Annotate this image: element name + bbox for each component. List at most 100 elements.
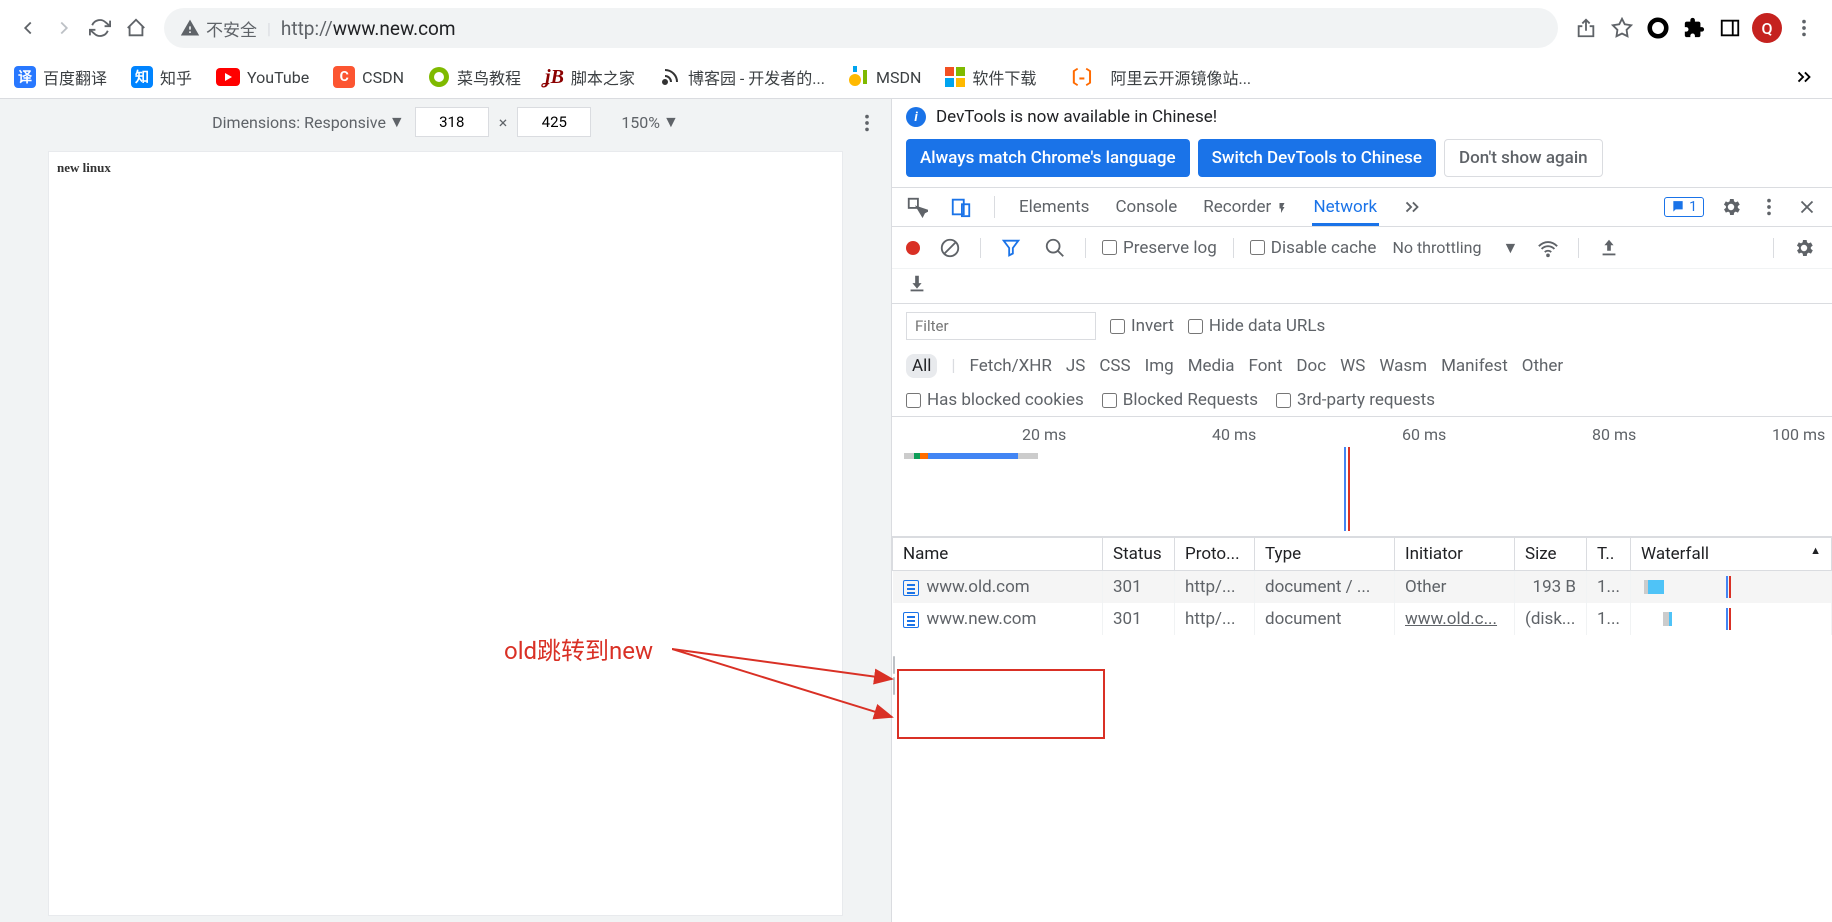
filter-icon[interactable] xyxy=(997,234,1025,262)
extension-circle-icon[interactable] xyxy=(1644,14,1672,42)
device-toggle-icon[interactable] xyxy=(950,196,972,218)
bookmark-star-icon[interactable] xyxy=(1608,14,1636,42)
download-row xyxy=(892,269,1832,304)
bookmark-zhihu[interactable]: 知知乎 xyxy=(131,65,192,89)
request-row[interactable]: www.old.com 301http/...document / ... Ot… xyxy=(893,571,1832,604)
type-font[interactable]: Font xyxy=(1249,356,1283,376)
type-doc[interactable]: Doc xyxy=(1296,356,1326,376)
menu-icon[interactable] xyxy=(1790,14,1818,42)
type-media[interactable]: Media xyxy=(1188,356,1235,376)
bookmark-jb51[interactable]: ʝB脚本之家 xyxy=(545,65,635,89)
search-icon[interactable] xyxy=(1041,234,1069,262)
invert-check[interactable]: Invert xyxy=(1110,316,1174,336)
profile-avatar[interactable]: Q xyxy=(1752,13,1782,43)
home-button[interactable] xyxy=(122,14,150,42)
bookmark-cnblogs[interactable]: 博客园 - 开发者的... xyxy=(659,65,825,89)
tabs-overflow[interactable] xyxy=(1401,196,1423,218)
forward-button[interactable] xyxy=(50,14,78,42)
record-button[interactable] xyxy=(906,241,920,255)
timeline[interactable]: 20 ms 40 ms 60 ms 80 ms 100 ms xyxy=(892,417,1832,537)
switch-chinese-button[interactable]: Switch DevTools to Chinese xyxy=(1198,139,1436,177)
preserve-log-check[interactable]: Preserve log xyxy=(1102,238,1217,258)
clear-button[interactable] xyxy=(936,234,964,262)
devtools-menu[interactable] xyxy=(1758,196,1780,218)
type-other[interactable]: Other xyxy=(1522,356,1563,376)
viewport-menu[interactable] xyxy=(853,109,881,137)
table-header-row[interactable]: Name Status Proto... Type Initiator Size… xyxy=(893,538,1832,571)
filter-row: Invert Hide data URLs xyxy=(892,304,1832,348)
tab-network[interactable]: Network xyxy=(1312,189,1380,226)
import-icon[interactable] xyxy=(1595,234,1623,262)
network-controls: Preserve log Disable cache No throttling… xyxy=(892,227,1832,269)
devtools-tabs: Elements Console Recorder Network 1 xyxy=(892,187,1832,227)
zoom-selector[interactable]: 150%▼ xyxy=(621,112,679,132)
bookmark-youtube[interactable]: YouTube xyxy=(216,68,309,87)
export-icon[interactable] xyxy=(906,273,928,295)
bookmark-msdn[interactable]: MSDN xyxy=(849,66,921,88)
third-party-check[interactable]: 3rd-party requests xyxy=(1276,390,1435,410)
type-filters: All | Fetch/XHR JS CSS Img Media Font Do… xyxy=(892,348,1832,384)
height-input[interactable] xyxy=(517,107,591,137)
bookmarks-bar: 译百度翻译 知知乎 YouTube CCSDN 菜鸟教程 ʝB脚本之家 博客园 … xyxy=(0,56,1832,98)
request-row[interactable]: www.new.com 301http/...document www.old.… xyxy=(893,603,1832,635)
network-settings-icon[interactable] xyxy=(1790,234,1818,262)
tl-marker-load xyxy=(1348,447,1350,531)
col-status: Status xyxy=(1103,538,1175,571)
security-warning: 不安全 xyxy=(180,16,257,41)
type-js[interactable]: JS xyxy=(1066,356,1085,376)
tick-60: 60 ms xyxy=(1402,425,1446,444)
settings-icon[interactable] xyxy=(1720,196,1742,218)
blocked-requests-check[interactable]: Blocked Requests xyxy=(1102,390,1258,410)
type-all[interactable]: All xyxy=(906,354,937,378)
network-conditions-icon[interactable] xyxy=(1534,234,1562,262)
col-proto: Proto... xyxy=(1175,538,1255,571)
type-wasm[interactable]: Wasm xyxy=(1379,356,1427,376)
filter-input[interactable] xyxy=(906,312,1096,340)
width-input[interactable] xyxy=(415,107,489,137)
type-manifest[interactable]: Manifest xyxy=(1441,356,1508,376)
bookmark-csdn[interactable]: CCSDN xyxy=(333,66,404,88)
share-icon[interactable] xyxy=(1572,14,1600,42)
bookmark-download[interactable]: 软件下载 xyxy=(945,65,1036,89)
page-content[interactable]: new linux xyxy=(48,151,843,916)
tab-console[interactable]: Console xyxy=(1113,189,1179,225)
type-fetch[interactable]: Fetch/XHR xyxy=(970,356,1052,376)
match-language-button[interactable]: Always match Chrome's language xyxy=(906,139,1190,177)
dont-show-button[interactable]: Don't show again xyxy=(1444,139,1603,177)
responsive-selector[interactable]: Dimensions: Responsive▼ xyxy=(212,112,405,132)
tab-recorder[interactable]: Recorder xyxy=(1201,189,1289,225)
language-buttons: Always match Chrome's language Switch De… xyxy=(892,135,1832,187)
address-bar[interactable]: 不安全 | http://www.new.com xyxy=(164,8,1558,48)
requests-table: Name Status Proto... Type Initiator Size… xyxy=(892,537,1832,922)
inspect-icon[interactable] xyxy=(906,196,928,218)
url-text: http://www.new.com xyxy=(281,17,456,40)
disable-cache-check[interactable]: Disable cache xyxy=(1250,238,1377,258)
extensions-icon[interactable] xyxy=(1680,14,1708,42)
blocked-cookies-check[interactable]: Has blocked cookies xyxy=(906,390,1084,410)
bookmark-baidu[interactable]: 译百度翻译 xyxy=(14,65,107,89)
document-icon xyxy=(903,612,919,628)
type-ws[interactable]: WS xyxy=(1340,356,1365,376)
type-img[interactable]: Img xyxy=(1145,356,1174,376)
bookmarks-overflow[interactable] xyxy=(1790,63,1818,91)
hide-urls-check[interactable]: Hide data URLs xyxy=(1188,316,1325,336)
issues-badge[interactable]: 1 xyxy=(1664,197,1704,217)
device-viewport-panel: Dimensions: Responsive▼ × 150%▼ new linu… xyxy=(0,99,892,922)
info-icon: i xyxy=(906,107,926,127)
bookmark-runoob[interactable]: 菜鸟教程 xyxy=(428,65,521,89)
bookmark-aliyun[interactable]: 〔-〕阿里云开源镜像站... xyxy=(1060,64,1251,90)
dim-x: × xyxy=(499,113,508,132)
throttle-select[interactable]: No throttling▼ xyxy=(1392,238,1518,258)
col-waterfall: Waterfall▲ xyxy=(1631,538,1832,571)
col-name: Name xyxy=(893,538,1103,571)
close-devtools[interactable] xyxy=(1796,196,1818,218)
tab-elements[interactable]: Elements xyxy=(1017,189,1091,225)
tick-20: 20 ms xyxy=(1022,425,1066,444)
reload-button[interactable] xyxy=(86,14,114,42)
tick-40: 40 ms xyxy=(1212,425,1256,444)
sidepanel-icon[interactable] xyxy=(1716,14,1744,42)
col-time: T.. xyxy=(1587,538,1631,571)
type-css[interactable]: CSS xyxy=(1099,356,1130,376)
language-info-bar: i DevTools is now available in Chinese! xyxy=(892,99,1832,135)
back-button[interactable] xyxy=(14,14,42,42)
